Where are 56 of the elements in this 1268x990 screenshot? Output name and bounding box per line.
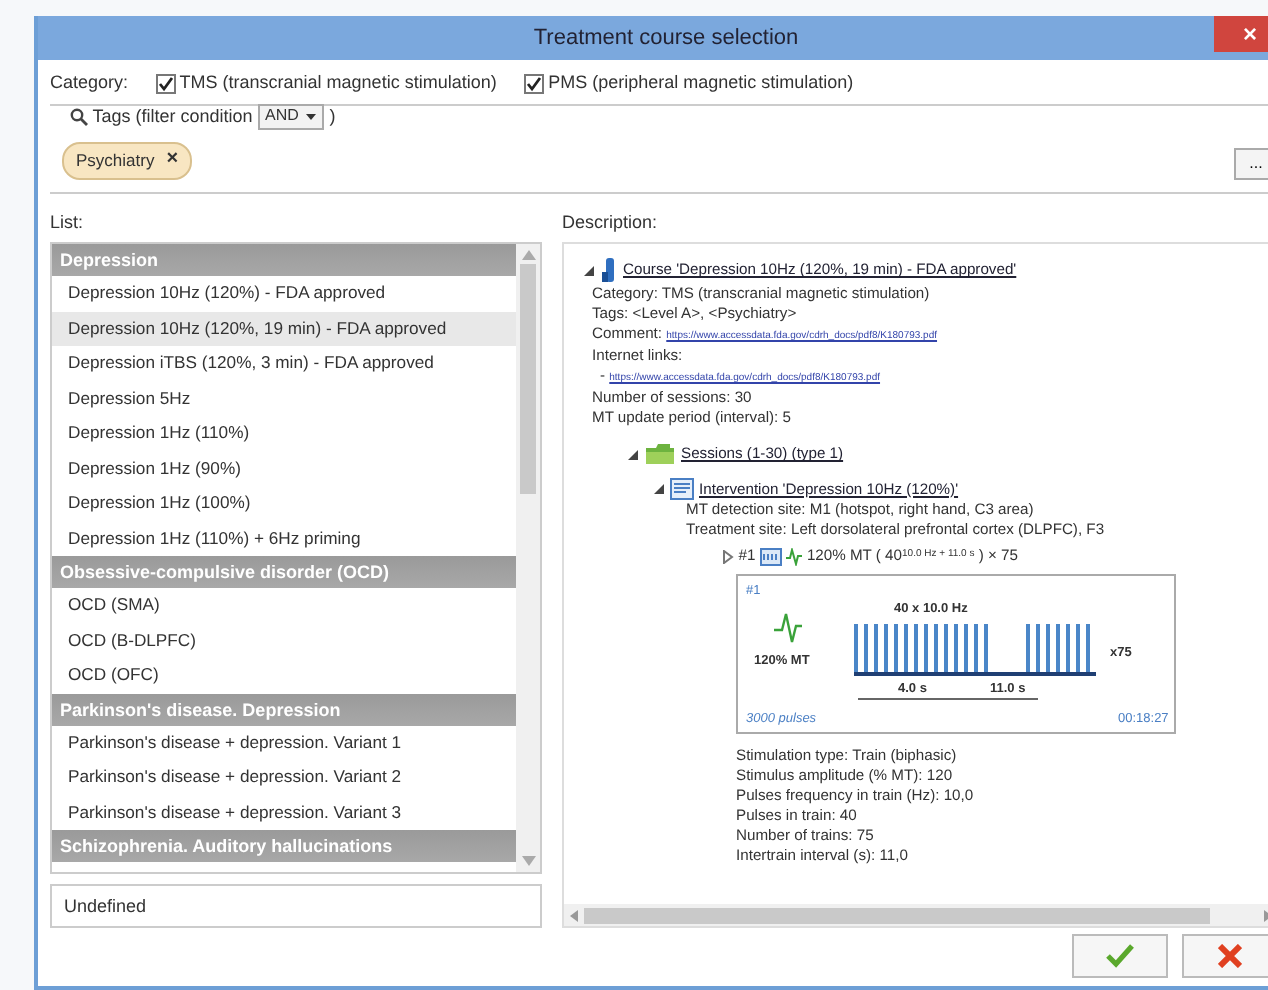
list-item[interactable]: Depression 1Hz (100%) — [52, 486, 516, 522]
vertical-scrollbar[interactable] — [516, 244, 540, 872]
checkbox-label: TMS (transcranial magnetic stimulation) — [179, 70, 497, 96]
list-item[interactable]: Depression 10Hz (120%) - FDA approved — [52, 276, 516, 312]
list-item[interactable]: Depression 1Hz (110%) — [52, 416, 516, 452]
checkbox[interactable] — [155, 73, 176, 94]
list-item[interactable]: OCD (OFC) — [52, 658, 516, 694]
list-item[interactable]: OCD (SMA) — [52, 588, 516, 624]
more-button[interactable]: ... — [1234, 147, 1268, 179]
list-item[interactable]: Depression iTBS (120%, 3 min) - FDA approved — [52, 346, 516, 382]
scrollbar-thumb[interactable] — [520, 264, 536, 495]
list-item[interactable]: Parkinson's disease + depression. Variant 1 — [52, 725, 516, 761]
coil-icon — [600, 256, 619, 285]
tags-label: Tags (filter condition — [92, 103, 253, 130]
tags-suffix: ) — [329, 103, 336, 130]
waveform-icon — [774, 612, 802, 645]
close-button[interactable]: × — [1214, 16, 1268, 52]
undefined-item[interactable]: Undefined — [50, 884, 542, 928]
tag-chip: Psychiatry × — [62, 142, 193, 180]
collapse-arrow-icon[interactable] — [582, 263, 596, 278]
list-label: List: — [50, 209, 86, 236]
list-item[interactable]: Depression 10Hz (120%, 19 min) - FDA approved — [52, 311, 516, 347]
group-header: Parkinson's disease. Depression — [52, 693, 516, 726]
window-title: Treatment course selection — [533, 23, 799, 54]
scroll-left-icon[interactable] — [570, 909, 578, 921]
close-icon — [1218, 944, 1242, 968]
ok-button[interactable] — [1072, 934, 1168, 978]
caret-icon — [306, 113, 317, 120]
check-icon — [1106, 944, 1134, 968]
list-item[interactable]: Parkinson's disease + depression. Variant 3 — [52, 795, 516, 831]
list-item[interactable]: Depression 1Hz (110%) + 6Hz priming — [52, 521, 516, 557]
expand-arrow-icon[interactable] — [720, 549, 734, 564]
condition-dropdown[interactable]: AND — [257, 103, 325, 130]
horizontal-scrollbar[interactable] — [564, 904, 1268, 926]
checkbox-label: PMS (peripheral magnetic stimulation) — [548, 70, 854, 96]
scroll-down-icon[interactable] — [521, 856, 535, 866]
list-item[interactable]: OCD (B-DLPFC) — [52, 623, 516, 659]
group-header: Schizophrenia. Auditory hallucinations — [52, 830, 516, 863]
group-header: Depression — [52, 244, 516, 277]
cancel-button[interactable] — [1182, 934, 1268, 978]
scrollbar-thumb[interactable] — [584, 907, 1210, 923]
list-item[interactable]: Depression 5Hz — [52, 381, 516, 417]
collapse-arrow-icon[interactable] — [652, 482, 666, 497]
list-item[interactable]: Parkinson's disease + depression. Variant 2 — [52, 760, 516, 796]
pulse-icon — [786, 547, 803, 566]
collapse-arrow-icon[interactable] — [626, 447, 640, 462]
list-item[interactable]: Depression 1Hz (90%) — [52, 451, 516, 487]
group-header: Obsessive-compulsive disorder (OCD) — [52, 556, 516, 589]
folder-icon — [644, 442, 677, 467]
protocol-icon — [759, 547, 782, 566]
search-icon — [70, 107, 88, 126]
document-icon — [670, 478, 695, 501]
category-label: Category: — [50, 70, 129, 96]
description-label: Description: — [562, 209, 660, 236]
checkbox[interactable] — [523, 73, 544, 94]
remove-tag-button[interactable]: × — [166, 150, 179, 171]
